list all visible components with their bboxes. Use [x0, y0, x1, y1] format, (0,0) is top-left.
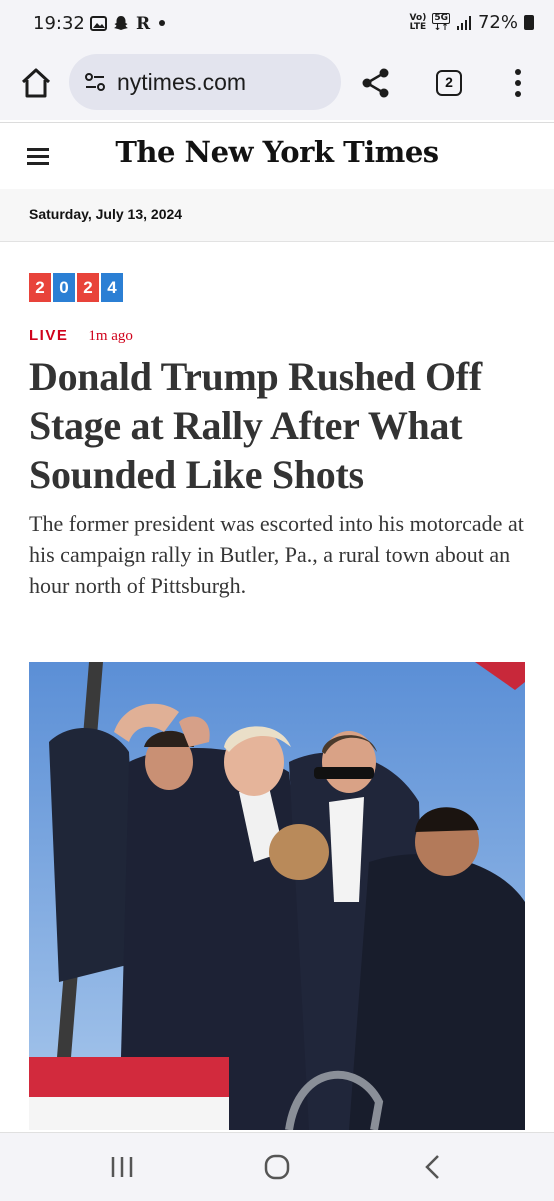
system-icons: Vo) LTE 5G ↓↑ 72% [410, 12, 534, 33]
data-arrows-icon: ↓↑ [433, 22, 449, 33]
url-bar[interactable]: nytimes.com [69, 54, 341, 110]
status-bar: 19:32 R Vo) LTE 5G ↓↑ 72% [0, 0, 554, 50]
more-options-icon[interactable] [505, 66, 531, 100]
election-2024-badge[interactable]: 2 0 2 4 [29, 273, 123, 302]
snapchat-icon [114, 16, 128, 30]
home-icon[interactable] [18, 65, 54, 101]
badge-digit: 0 [53, 273, 75, 302]
url-text[interactable]: nytimes.com [117, 69, 246, 96]
battery-icon [524, 15, 534, 30]
date-bar: Saturday, July 13, 2024 [0, 189, 554, 242]
article-headline[interactable]: Donald Trump Rushed Off Stage at Rally A… [29, 352, 529, 499]
article-photo[interactable] [29, 662, 525, 1130]
recent-apps-icon[interactable] [108, 1153, 138, 1181]
site-logo[interactable]: The New York Times [80, 135, 474, 169]
badge-digit: 2 [29, 273, 51, 302]
tab-switcher-button[interactable]: 2 [436, 70, 462, 96]
svg-text:R: R [136, 14, 151, 32]
volte-indicator: Vo) LTE [409, 13, 427, 32]
badge-digit: 2 [77, 273, 99, 302]
home-nav-icon[interactable] [262, 1153, 292, 1181]
badge-digit: 4 [101, 273, 123, 302]
article-summary: The former president was escorted into h… [29, 511, 524, 598]
notification-icons: R [90, 14, 167, 32]
share-icon[interactable] [358, 65, 394, 101]
gallery-icon [90, 15, 107, 31]
status-time: 19:32 [33, 13, 85, 34]
hamburger-menu-icon[interactable] [27, 148, 49, 165]
battery-percent: 72% [477, 12, 518, 33]
signal-icon [456, 15, 471, 30]
rally-photo-image [29, 662, 525, 1130]
dot-icon [159, 20, 165, 26]
browser-toolbar: nytimes.com 2 [0, 50, 554, 120]
live-label: LIVE [29, 327, 69, 344]
live-indicator: LIVE 1m ago [29, 327, 133, 345]
volte-bottom: LTE [409, 21, 427, 32]
5g-label: 5G [432, 12, 450, 24]
system-nav-bar [0, 1132, 554, 1201]
reddit-r-icon: R [136, 14, 151, 32]
site-header: The New York Times [0, 122, 554, 190]
back-icon[interactable] [418, 1153, 448, 1181]
current-date: Saturday, July 13, 2024 [29, 206, 183, 222]
timestamp: 1m ago [88, 328, 133, 344]
site-settings-icon[interactable] [83, 70, 107, 94]
5g-indicator: 5G ↓↑ [432, 12, 450, 33]
